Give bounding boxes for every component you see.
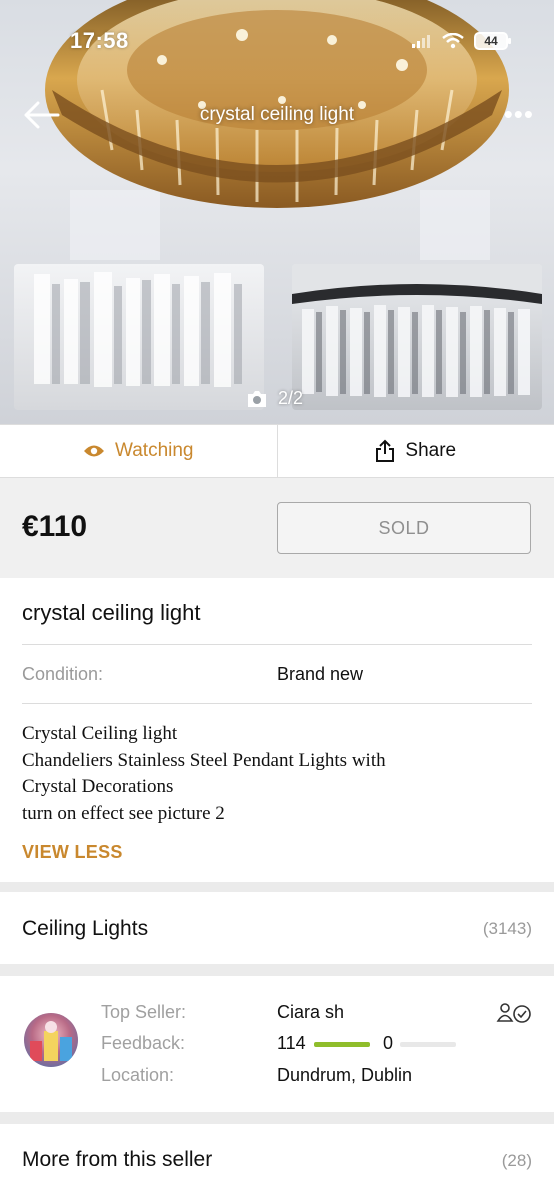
feedback-negative: 0: [383, 1033, 394, 1053]
action-bar: Watching Share: [0, 424, 554, 478]
verified-user-icon: [496, 1003, 531, 1023]
category-row[interactable]: Ceiling Lights (3143): [0, 892, 554, 964]
feedback-negative-bar: [400, 1042, 456, 1047]
share-button[interactable]: Share: [278, 425, 554, 477]
seller-name[interactable]: Ciara sh: [277, 1002, 344, 1023]
watch-label: Watching: [115, 440, 194, 461]
eye-icon: [84, 445, 104, 457]
feedback-positive: 114: [277, 1033, 306, 1053]
description-line: turn on effect see picture 2: [22, 802, 225, 824]
listing-description: Crystal Ceiling light Chandeliers Stainl…: [22, 721, 386, 827]
signal-icon: [412, 35, 430, 48]
divider: [22, 703, 532, 704]
listing-title: crystal ceiling light: [22, 600, 201, 625]
condition-label: Condition:: [22, 664, 104, 684]
description-line: Crystal Decorations: [22, 776, 174, 797]
photo-counter-text: 2/2: [278, 388, 304, 408]
price: €110: [22, 510, 88, 543]
listing-details: crystal ceiling light Condition: Brand n…: [0, 578, 554, 882]
camera-icon: [248, 390, 266, 407]
share-icon: [376, 439, 395, 462]
gallery-thumbnail-1[interactable]: [14, 264, 264, 410]
avatar[interactable]: [24, 1013, 78, 1067]
price-section: €110 SOLD: [0, 478, 554, 578]
feedback-positive-bar: [314, 1042, 370, 1047]
view-less-link[interactable]: VIEW LESS: [22, 842, 123, 863]
battery-level: 44: [484, 34, 498, 48]
seller-card[interactable]: Top Seller: Ciara sh Feedback: 114 0 Loc…: [0, 976, 554, 1112]
seller-location: Dundrum, Dublin: [277, 1065, 413, 1085]
more-from-seller-count: (28): [501, 1151, 532, 1170]
share-label: Share: [405, 440, 457, 461]
more-from-seller-label: More from this seller: [22, 1148, 213, 1171]
condition-value: Brand new: [277, 664, 364, 684]
feedback-label: Feedback:: [101, 1033, 186, 1053]
location-label: Location:: [101, 1065, 175, 1085]
photo-counter: 2/2: [246, 388, 303, 409]
page-title: crystal ceiling light: [199, 104, 355, 125]
top-seller-label: Top Seller:: [101, 1002, 187, 1022]
category-name: Ceiling Lights: [22, 917, 149, 940]
sold-button[interactable]: SOLD: [277, 502, 531, 554]
battery-icon: 44: [474, 32, 511, 50]
divider: [22, 644, 532, 645]
status-bar: 17:58 44: [0, 28, 554, 56]
wifi-icon: [442, 33, 464, 49]
gallery-thumbnail-2[interactable]: [292, 264, 542, 410]
description-line: Chandeliers Stainless Steel Pendant Ligh…: [22, 749, 386, 771]
more-from-seller-row[interactable]: More from this seller (28): [0, 1124, 554, 1200]
description-line: Crystal Ceiling light: [22, 723, 178, 744]
status-time: 17:58: [70, 28, 129, 53]
watch-button[interactable]: Watching: [0, 425, 278, 477]
category-count: (3143): [482, 919, 532, 938]
listing-photo-gallery[interactable]: 2/2 17:58 44 crystal ceiling light •••: [0, 0, 554, 424]
more-options-icon[interactable]: •••: [504, 101, 534, 127]
